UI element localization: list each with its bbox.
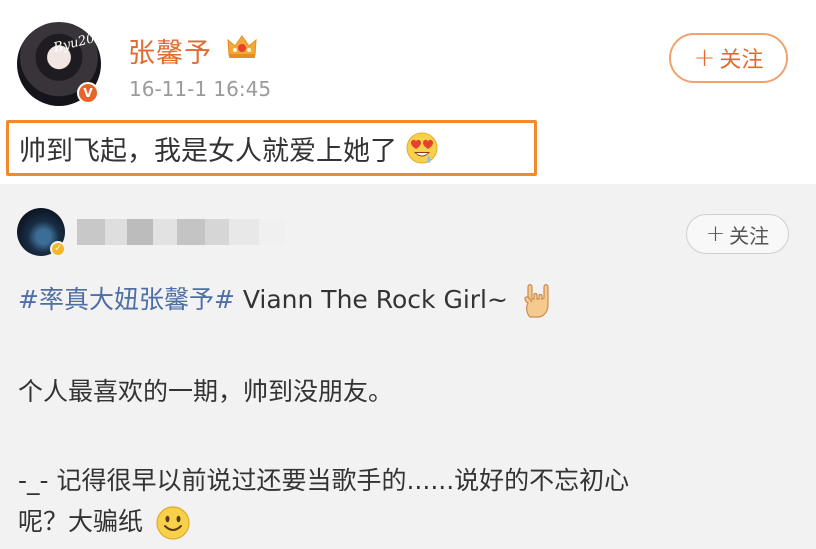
verified-badge-icon: V bbox=[77, 82, 99, 104]
repost-title-text: Viann The Rock Girl~ bbox=[234, 285, 508, 314]
username[interactable]: 张馨予 bbox=[128, 31, 212, 70]
plus-icon: + bbox=[705, 221, 726, 247]
crown-icon bbox=[227, 35, 257, 58]
verified-badge-icon: ✓ bbox=[50, 241, 66, 257]
hashtag-link[interactable]: #率真大妞张馨予# bbox=[18, 285, 235, 314]
repost-title-line: #率真大妞张馨予# Viann The Rock Girl~ bbox=[18, 280, 556, 319]
repost-line-4: 呢？大骗纸 bbox=[18, 502, 191, 541]
post-text-highlight: 帅到飞起，我是女人就爱上她了 bbox=[6, 120, 537, 176]
post-timestamp: 16-11-1 16:45 bbox=[129, 77, 272, 101]
rock-hand-emoji-icon bbox=[524, 284, 549, 318]
repost-follow-button[interactable]: + 关注 bbox=[686, 214, 789, 254]
follow-button[interactable]: + 关注 bbox=[669, 33, 788, 83]
repost-line-2: 个人最喜欢的一期，帅到没朋友。 bbox=[18, 377, 394, 406]
reposted-content[interactable]: ✓ + 关注 #率真大妞张馨予# Viann The Rock Girl~ 个人… bbox=[0, 184, 816, 549]
plus-icon: + bbox=[693, 43, 716, 73]
repost-line-3: -_- 记得很早以前说过还要当歌手的......说好的不忘初心 bbox=[18, 466, 630, 495]
repost-username-blurred[interactable] bbox=[77, 219, 287, 245]
repost-line-4-text: 呢？大骗纸 bbox=[18, 507, 144, 536]
follow-label: 关注 bbox=[729, 223, 770, 248]
follow-label: 关注 bbox=[719, 48, 764, 73]
avatar-signature: Byu2020 bbox=[52, 27, 101, 56]
post-text: 帅到飞起，我是女人就爱上她了 bbox=[19, 135, 397, 167]
heart-eyes-emoji-icon bbox=[406, 132, 438, 164]
smile-emoji-icon bbox=[156, 506, 190, 540]
